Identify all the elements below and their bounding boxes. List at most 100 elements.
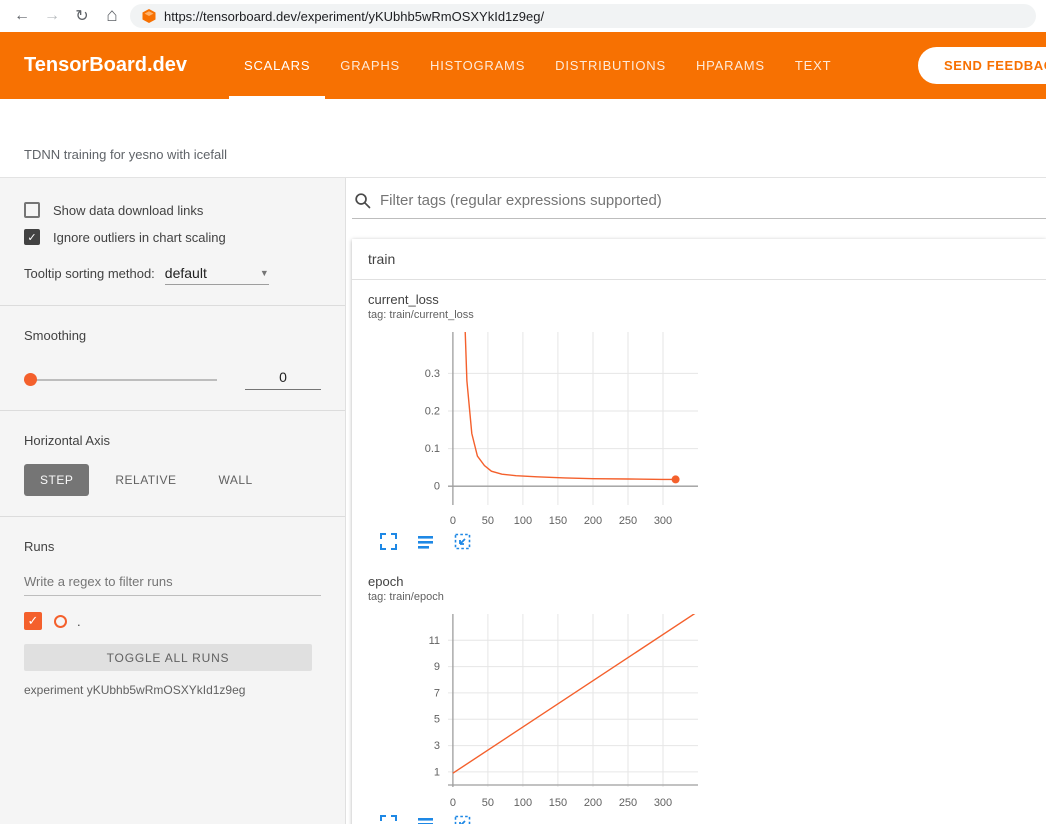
smoothing-value-input[interactable]: 0: [245, 369, 321, 390]
chart-title: epoch: [368, 574, 706, 589]
tab-hparams[interactable]: HPARAMS: [681, 32, 780, 99]
primary-nav: SCALARS GRAPHS HISTOGRAMS DISTRIBUTIONS …: [229, 32, 846, 99]
experiment-id-label: experiment yKUbhb5wRmOSXYkId1z9eg: [24, 683, 321, 697]
svg-text:150: 150: [549, 515, 567, 527]
axis-step-button[interactable]: STEP: [24, 464, 89, 496]
tab-text[interactable]: TEXT: [780, 32, 846, 99]
fit-domain-icon[interactable]: [454, 815, 471, 824]
browser-chrome: ← → ↻ ⌂ https://tensorboard.dev/experime…: [0, 0, 1046, 32]
tooltip-sorting-value: default: [165, 265, 207, 281]
toggle-all-runs-button[interactable]: TOGGLE ALL RUNS: [24, 644, 312, 671]
svg-text:9: 9: [434, 661, 440, 673]
chart-tag: tag: train/current_loss: [368, 309, 706, 321]
chart-toolbar: [368, 533, 706, 550]
fullscreen-icon[interactable]: [380, 815, 397, 824]
show-download-links-label: Show data download links: [53, 203, 203, 218]
run-checkbox[interactable]: ✓: [24, 612, 42, 630]
address-bar[interactable]: https://tensorboard.dev/experiment/yKUbh…: [130, 4, 1036, 28]
forward-icon[interactable]: →: [40, 4, 64, 28]
line-chart-epoch[interactable]: 1 3 5 7 9 11 0 50 100 150 200 250 300: [368, 609, 704, 813]
smoothing-row: 0: [24, 369, 321, 390]
data-table-icon[interactable]: [417, 533, 434, 550]
chart-card-epoch: epoch tag: train/epoch 13579110501001502…: [368, 574, 706, 824]
svg-text:100: 100: [514, 515, 532, 527]
run-row: ✓ .: [24, 612, 321, 630]
show-download-links-row: ✓ Show data download links: [24, 202, 321, 218]
run-name: .: [77, 614, 81, 629]
send-feedback-button[interactable]: SEND FEEDBACK: [918, 47, 1046, 84]
tensorboard-favicon: [142, 9, 156, 23]
chevron-down-icon: ▼: [260, 268, 269, 278]
svg-text:0.1: 0.1: [425, 443, 440, 455]
svg-text:50: 50: [482, 515, 494, 527]
runs-filter: [24, 568, 321, 596]
tooltip-sorting-row: Tooltip sorting method: default ▼: [24, 265, 321, 285]
ignore-outliers-label: Ignore outliers in chart scaling: [53, 230, 226, 245]
run-line-style-icon: [54, 615, 67, 628]
tab-graphs[interactable]: GRAPHS: [325, 32, 415, 99]
smoothing-label: Smoothing: [24, 328, 321, 343]
svg-text:7: 7: [434, 687, 440, 699]
axis-relative-button[interactable]: RELATIVE: [99, 464, 192, 496]
tag-filter-row: [352, 186, 1046, 219]
fit-domain-icon[interactable]: [454, 533, 471, 550]
url-text: https://tensorboard.dev/experiment/yKUbh…: [164, 9, 544, 24]
svg-text:0.3: 0.3: [425, 368, 440, 380]
experiment-title: TDNN training for yesno with icefall: [24, 147, 227, 162]
fullscreen-icon[interactable]: [380, 533, 397, 550]
line-chart-current-loss[interactable]: 00.10.20.3050100150200250300: [368, 327, 704, 531]
data-table-icon[interactable]: [417, 815, 434, 824]
ignore-outliers-row: ✓ Ignore outliers in chart scaling: [24, 229, 321, 245]
svg-text:300: 300: [654, 797, 672, 809]
svg-text:0: 0: [434, 481, 440, 493]
content: ✓ Show data download links ✓ Ignore outl…: [0, 178, 1046, 824]
axis-wall-button[interactable]: WALL: [202, 464, 268, 496]
svg-text:3: 3: [434, 740, 440, 752]
chart-card-current-loss: current_loss tag: train/current_loss 0 0.…: [368, 292, 706, 550]
chart-title: current_loss: [368, 292, 706, 307]
search-icon: [354, 192, 371, 209]
runs-label: Runs: [24, 539, 321, 554]
svg-text:11: 11: [429, 635, 440, 647]
svg-text:150: 150: [549, 797, 567, 809]
smoothing-slider-thumb[interactable]: [24, 373, 37, 386]
svg-text:200: 200: [584, 515, 602, 527]
home-icon[interactable]: ⌂: [100, 4, 124, 28]
tab-scalars[interactable]: SCALARS: [229, 32, 325, 99]
back-icon[interactable]: ←: [10, 4, 34, 28]
scalars-main: train current_loss tag: train/current_lo…: [346, 178, 1046, 824]
smoothing-slider[interactable]: [24, 379, 217, 381]
sidebar-divider: [0, 410, 345, 411]
show-download-links-checkbox[interactable]: ✓: [24, 202, 40, 218]
svg-text:5: 5: [434, 714, 440, 726]
svg-text:0.2: 0.2: [425, 406, 440, 418]
ignore-outliers-checkbox[interactable]: ✓: [24, 229, 40, 245]
experiment-subheader: TDNN training for yesno with icefall: [0, 99, 1046, 178]
tooltip-sorting-select[interactable]: default ▼: [165, 265, 269, 285]
svg-text:1: 1: [434, 766, 440, 778]
reload-icon[interactable]: ↻: [70, 4, 94, 28]
tooltip-sorting-label: Tooltip sorting method:: [24, 266, 155, 281]
svg-text:250: 250: [619, 797, 637, 809]
svg-text:100: 100: [514, 797, 532, 809]
svg-text:250: 250: [619, 515, 637, 527]
charts-grid: current_loss tag: train/current_loss 0 0.…: [352, 280, 1046, 824]
app-header: TensorBoard.dev SCALARS GRAPHS HISTOGRAM…: [0, 32, 1046, 99]
train-card: train current_loss tag: train/current_lo…: [352, 239, 1046, 824]
horizontal-axis-options: STEP RELATIVE WALL: [24, 464, 321, 496]
svg-text:0: 0: [450, 797, 456, 809]
brand-logo: TensorBoard.dev: [24, 32, 187, 99]
svg-text:200: 200: [584, 797, 602, 809]
svg-text:300: 300: [654, 515, 672, 527]
horizontal-axis-label: Horizontal Axis: [24, 433, 321, 448]
sidebar-divider: [0, 305, 345, 306]
settings-sidebar: ✓ Show data download links ✓ Ignore outl…: [0, 178, 346, 824]
tab-histograms[interactable]: HISTOGRAMS: [415, 32, 540, 99]
train-section-header[interactable]: train: [352, 239, 1046, 280]
sidebar-divider: [0, 516, 345, 517]
runs-regex-input[interactable]: [24, 568, 321, 596]
svg-text:50: 50: [482, 797, 494, 809]
chart-toolbar: [368, 815, 706, 824]
tab-distributions[interactable]: DISTRIBUTIONS: [540, 32, 681, 99]
tag-filter-input[interactable]: [380, 192, 1046, 209]
